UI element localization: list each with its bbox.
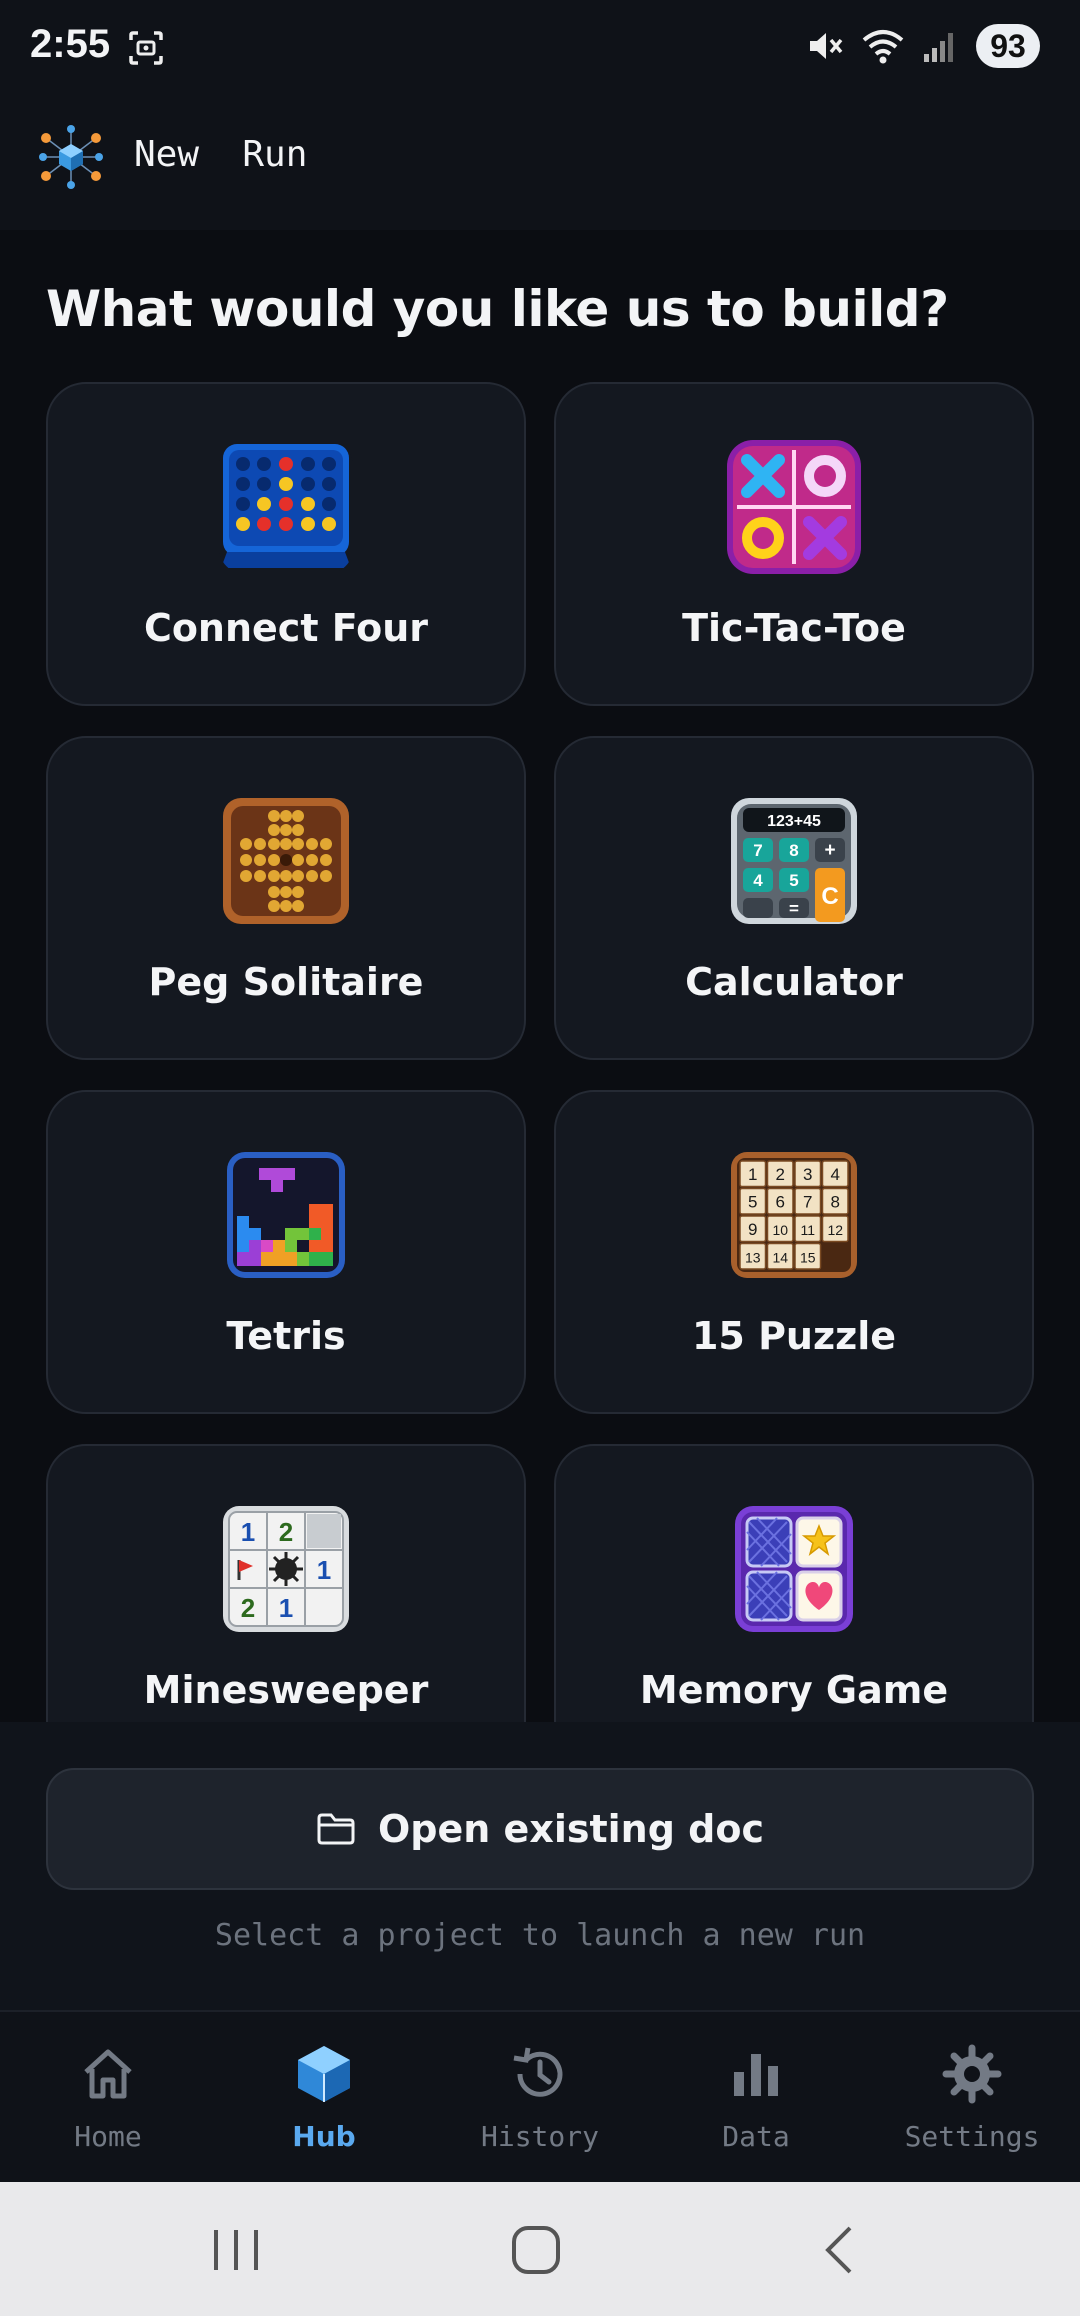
calc-key: + bbox=[824, 840, 835, 861]
mine-cell: 2 bbox=[241, 1593, 255, 1623]
puzzle-tile-number: 1 bbox=[748, 1165, 757, 1184]
project-card-tic-tac-toe[interactable]: Tic-Tac-Toe bbox=[554, 382, 1034, 706]
calc-key: 4 bbox=[753, 871, 763, 890]
wifi-icon bbox=[862, 30, 904, 64]
status-icons: 93 bbox=[806, 24, 1040, 68]
project-picker: What would you like us to build? Connect… bbox=[0, 230, 1080, 1722]
calc-key: C bbox=[821, 883, 838, 910]
project-card-peg-solitaire[interactable]: Peg Solitaire bbox=[46, 736, 526, 1060]
calc-display: 123+45 bbox=[767, 813, 821, 830]
mine-cell: 2 bbox=[279, 1517, 293, 1547]
cube-icon bbox=[298, 2046, 350, 2102]
app-logo-icon bbox=[39, 125, 103, 189]
project-label: Calculator bbox=[685, 960, 903, 1004]
action-footer: Open existing doc Select a project to la… bbox=[0, 1722, 1080, 2010]
back-icon[interactable] bbox=[810, 2222, 870, 2278]
nav-label: History bbox=[480, 2120, 599, 2153]
memory-game-icon bbox=[735, 1506, 853, 1632]
project-label: Minesweeper bbox=[143, 1668, 429, 1712]
calc-key: 7 bbox=[753, 841, 762, 860]
puzzle-tile-number: 14 bbox=[772, 1249, 788, 1265]
nav-item-settings[interactable]: Settings bbox=[864, 2012, 1080, 2182]
hint-text: Select a project to launch a new run bbox=[214, 1918, 866, 1953]
minesweeper-icon: 1 2 1 2 1 bbox=[223, 1506, 349, 1632]
signal-icon bbox=[924, 33, 953, 62]
puzzle-tile-number: 7 bbox=[803, 1192, 812, 1211]
calc-key: 5 bbox=[789, 871, 798, 890]
tetris-icon bbox=[227, 1152, 345, 1278]
puzzle-tile-number: 11 bbox=[800, 1222, 815, 1238]
bar-chart-icon bbox=[734, 2054, 778, 2096]
screenshot-icon bbox=[129, 31, 163, 65]
system-nav-bar bbox=[0, 2182, 1080, 2316]
gear-icon bbox=[942, 2044, 1002, 2104]
status-bar: 2:55 93 bbox=[0, 0, 1080, 96]
puzzle-tile-number: 9 bbox=[748, 1220, 757, 1239]
history-icon bbox=[513, 2047, 563, 2097]
project-label: Connect Four bbox=[143, 606, 429, 650]
puzzle-tile-number: 4 bbox=[831, 1165, 840, 1184]
nav-item-home[interactable]: Home bbox=[0, 2012, 216, 2182]
recent-apps-icon[interactable] bbox=[206, 2222, 266, 2278]
battery-level: 93 bbox=[976, 24, 1040, 68]
app-header: New Run bbox=[0, 96, 1080, 230]
project-card-15-puzzle[interactable]: 1 2 3 4 5 6 7 8 9 10 11 12 13 14 15 15 Puzzle bbox=[554, 1090, 1034, 1414]
connect-four-icon bbox=[219, 440, 353, 574]
folder-icon bbox=[317, 1813, 355, 1845]
calc-key: 8 bbox=[789, 841, 798, 860]
nav-item-data[interactable]: Data bbox=[648, 2012, 864, 2182]
project-label: Memory Game bbox=[639, 1668, 949, 1712]
mine-cell: 1 bbox=[241, 1517, 255, 1547]
puzzle-tile-number: 5 bbox=[748, 1192, 757, 1211]
puzzle-tile-number: 10 bbox=[772, 1222, 788, 1238]
nav-item-history[interactable]: History bbox=[432, 2012, 648, 2182]
puzzle-tile-number: 6 bbox=[776, 1192, 785, 1211]
project-card-connect-four[interactable]: Connect Four bbox=[46, 382, 526, 706]
project-card-minesweeper[interactable]: 1 2 1 2 1 Minesweeper bbox=[46, 1444, 526, 1722]
project-label: 15 Puzzle bbox=[691, 1314, 897, 1358]
app-title: New Run bbox=[134, 134, 308, 175]
nav-label: Settings bbox=[904, 2120, 1040, 2153]
calculator-icon: 123+45 7 8 + 4 5 C = bbox=[731, 798, 857, 924]
puzzle-tile-number: 3 bbox=[803, 1165, 812, 1184]
nav-label: Hub bbox=[292, 2120, 356, 2153]
nav-item-hub[interactable]: Hub bbox=[216, 2012, 432, 2182]
tic-tac-toe-icon bbox=[727, 440, 861, 574]
puzzle-tile-number: 15 bbox=[800, 1249, 816, 1265]
mine-cell: 1 bbox=[317, 1555, 331, 1585]
nav-label: Home bbox=[74, 2120, 142, 2153]
project-label: Tetris bbox=[226, 1314, 346, 1358]
status-time: 2:55 bbox=[30, 22, 111, 66]
home-icon bbox=[84, 2049, 132, 2099]
project-label: Tic-Tac-Toe bbox=[682, 606, 906, 650]
fifteen-puzzle-icon: 1 2 3 45 6 7 89 10 11 1213 14 15 bbox=[731, 1152, 857, 1278]
mine-cell: 1 bbox=[279, 1593, 293, 1623]
open-existing-doc-button[interactable]: Open existing doc bbox=[46, 1768, 1034, 1890]
puzzle-tile-number: 2 bbox=[776, 1165, 785, 1184]
open-button-label: Open existing doc bbox=[378, 1807, 764, 1851]
bottom-nav: Home Hub History Data Settings bbox=[0, 2010, 1080, 2182]
puzzle-tile-number: 12 bbox=[827, 1222, 843, 1238]
project-card-calculator[interactable]: 123+45 7 8 + 4 5 C = Calculator bbox=[554, 736, 1034, 1060]
page-title: What would you like us to build? bbox=[46, 280, 949, 338]
nav-label: Data bbox=[722, 2120, 790, 2153]
puzzle-tile-number: 13 bbox=[745, 1249, 761, 1265]
project-label: Peg Solitaire bbox=[148, 960, 424, 1004]
project-card-tetris[interactable]: Tetris bbox=[46, 1090, 526, 1414]
peg-solitaire-icon bbox=[223, 798, 349, 924]
mute-icon bbox=[810, 33, 843, 59]
calc-key: = bbox=[789, 899, 799, 918]
home-button-icon[interactable] bbox=[506, 2222, 566, 2278]
puzzle-tile-number: 8 bbox=[831, 1192, 840, 1211]
project-card-memory-game[interactable]: Memory Game bbox=[554, 1444, 1034, 1722]
